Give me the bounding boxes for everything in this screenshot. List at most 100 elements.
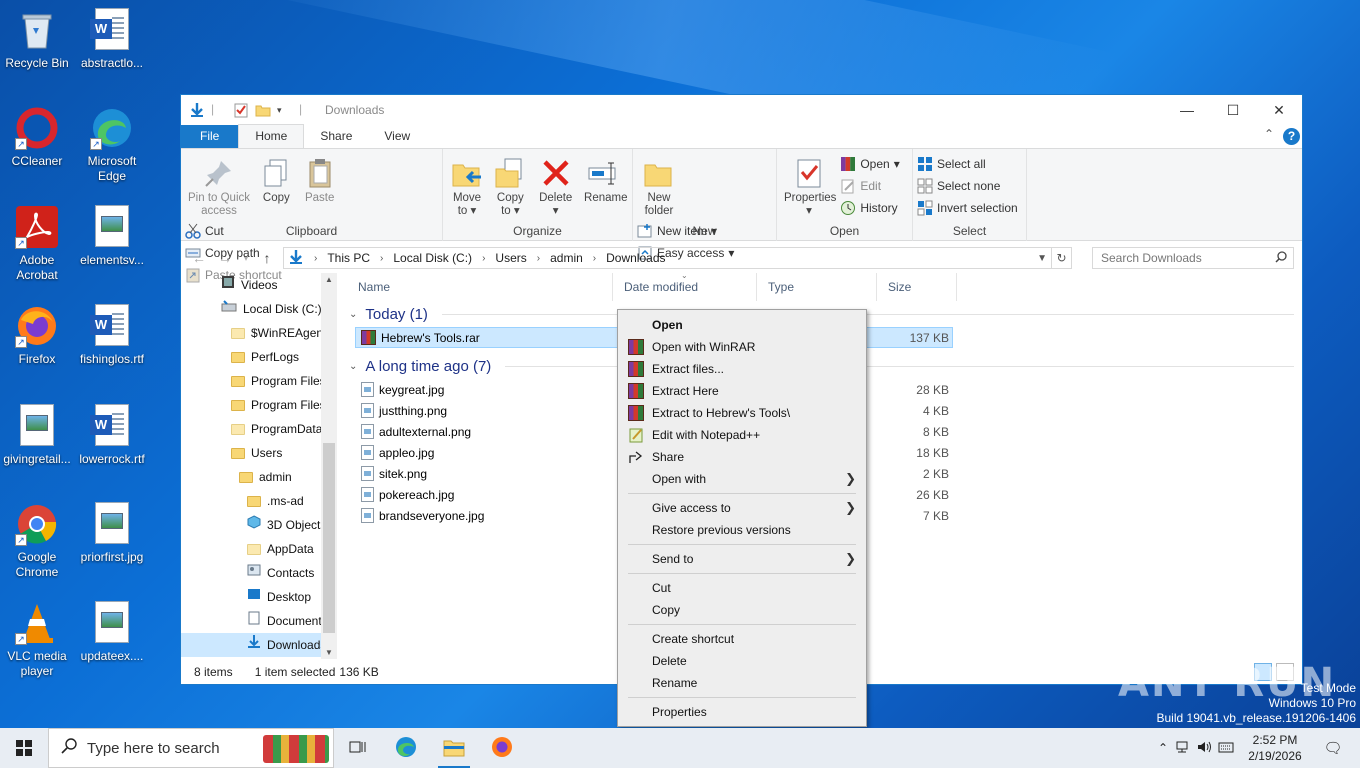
nav-item-programdata[interactable]: ProgramData: [181, 417, 337, 441]
maximize-button[interactable]: ☐: [1210, 95, 1256, 125]
breadcrumb-this-pc[interactable]: This PC: [327, 251, 370, 265]
invert-selection-button[interactable]: Invert selection: [917, 197, 1018, 219]
menu-item-edit-notepad[interactable]: Edit with Notepad++: [618, 424, 866, 446]
desktop-icon-priorfirst[interactable]: priorfirst.jpg: [75, 502, 149, 565]
desktop-icon-givingretail[interactable]: givingretail...: [0, 404, 74, 467]
nav-scrollbar[interactable]: ▲ ▼: [321, 273, 337, 659]
properties-check-icon[interactable]: [233, 102, 249, 118]
copy-to-button[interactable]: Copy to ▾: [490, 153, 530, 220]
nav-item-contacts[interactable]: Contacts: [181, 561, 337, 585]
nav-item-winreagent[interactable]: $WinREAgent: [181, 321, 337, 345]
select-none-button[interactable]: Select none: [917, 175, 1018, 197]
customize-dropdown-icon[interactable]: ▾: [277, 102, 293, 118]
new-folder-icon[interactable]: [255, 102, 271, 118]
breadcrumb-admin[interactable]: admin: [550, 251, 583, 265]
delete-button[interactable]: Delete ▾: [534, 153, 578, 220]
menu-item-extract-to[interactable]: Extract to Hebrew's Tools\: [618, 402, 866, 424]
menu-item-delete[interactable]: Delete: [618, 650, 866, 672]
copy-path-button[interactable]: Copy path: [185, 242, 282, 264]
paste-button[interactable]: Paste: [300, 153, 340, 207]
copy-button[interactable]: Copy: [256, 153, 296, 207]
menu-item-restore-versions[interactable]: Restore previous versions: [618, 519, 866, 541]
taskbar-file-explorer[interactable]: [430, 728, 478, 768]
menu-item-send-to[interactable]: Send to ❯: [618, 548, 866, 570]
desktop-icon-fishinglos[interactable]: W fishinglos.rtf: [75, 304, 149, 367]
task-view-button[interactable]: [334, 728, 382, 768]
desktop-icon-chrome[interactable]: ↗ Google Chrome: [0, 502, 74, 580]
nav-item-program-files-x86[interactable]: Program Files: [181, 393, 337, 417]
address-bar[interactable]: › This PC › Local Disk (C:) › Users › ad…: [283, 247, 1072, 269]
notifications-icon[interactable]: 🗨: [1316, 739, 1350, 757]
column-header-type[interactable]: Type: [757, 273, 877, 301]
menu-item-open-with[interactable]: Open with ❯: [618, 468, 866, 490]
taskbar-search-box[interactable]: Type here to search: [48, 728, 334, 768]
menu-item-extract-here[interactable]: Extract Here: [618, 380, 866, 402]
menu-item-share[interactable]: Share: [618, 446, 866, 468]
tab-view[interactable]: View: [368, 125, 426, 148]
nav-item-perflogs[interactable]: PerfLogs: [181, 345, 337, 369]
search-input[interactable]: Search Downloads: [1092, 247, 1294, 269]
tab-share[interactable]: Share: [304, 125, 368, 148]
menu-item-give-access[interactable]: Give access to ❯: [618, 497, 866, 519]
pin-quick-access-button[interactable]: Pin to Quick access: [185, 153, 253, 220]
desktop-icon-ccleaner[interactable]: ↗ CCleaner: [0, 106, 74, 169]
tab-file[interactable]: File: [181, 125, 239, 148]
nav-item-local-disk[interactable]: Local Disk (C:): [181, 297, 337, 321]
properties-button[interactable]: Properties ▾: [781, 153, 837, 220]
breadcrumb-local-disk[interactable]: Local Disk (C:): [393, 251, 472, 265]
refresh-icon[interactable]: ↻: [1051, 248, 1071, 268]
close-button[interactable]: ✕: [1256, 95, 1302, 125]
nav-item-3d-objects[interactable]: 3D Objects: [181, 513, 337, 537]
nav-item-ms-ad[interactable]: .ms-ad: [181, 489, 337, 513]
rename-button[interactable]: Rename: [581, 153, 628, 207]
desktop-icon-updateex[interactable]: updateex....: [75, 601, 149, 664]
desktop-icon-elementsv[interactable]: elementsv...: [75, 205, 149, 268]
nav-item-documents[interactable]: Documents: [181, 609, 337, 633]
minimize-button[interactable]: —: [1164, 95, 1210, 125]
keyboard-layout-icon[interactable]: [1218, 740, 1234, 757]
menu-item-extract-files[interactable]: Extract files...: [618, 358, 866, 380]
chevron-up-icon[interactable]: ⌃: [1158, 741, 1168, 755]
collapse-ribbon-icon[interactable]: ⌃: [1264, 127, 1274, 141]
volume-icon[interactable]: [1196, 740, 1212, 757]
desktop-icon-firefox[interactable]: ↗ Firefox: [0, 304, 74, 367]
taskbar-clock[interactable]: 2:52 PM 2/19/2026: [1240, 732, 1310, 764]
menu-item-open-winrar[interactable]: Open with WinRAR: [618, 336, 866, 358]
nav-item-appdata[interactable]: AppData: [181, 537, 337, 561]
tab-home[interactable]: Home: [238, 124, 305, 148]
desktop-icon-abstractlo[interactable]: W abstractlo...: [75, 8, 149, 71]
desktop-icon-edge[interactable]: ↗ Microsoft Edge: [75, 106, 149, 184]
network-icon[interactable]: [1174, 740, 1190, 757]
select-all-button[interactable]: Select all: [917, 153, 1018, 175]
address-dropdown-icon[interactable]: ▼: [1037, 253, 1047, 264]
help-icon[interactable]: ?: [1283, 128, 1300, 145]
menu-item-cut[interactable]: Cut: [618, 577, 866, 599]
breadcrumb-downloads[interactable]: Downloads: [606, 251, 665, 265]
nav-item-desktop[interactable]: Desktop: [181, 585, 337, 609]
nav-item-program-files[interactable]: Program Files: [181, 369, 337, 393]
scroll-thumb[interactable]: [323, 443, 335, 633]
breadcrumb-users[interactable]: Users: [495, 251, 526, 265]
menu-item-rename[interactable]: Rename: [618, 672, 866, 694]
nav-item-videos[interactable]: Videos: [181, 273, 337, 297]
desktop-icon-acrobat[interactable]: ↗ Adobe Acrobat: [0, 205, 74, 283]
menu-item-copy[interactable]: Copy: [618, 599, 866, 621]
nav-item-downloads[interactable]: Downloads: [181, 633, 337, 657]
taskbar-firefox[interactable]: [478, 728, 526, 768]
desktop-icon-lowerrock[interactable]: W lowerrock.rtf: [75, 404, 149, 467]
move-to-button[interactable]: Move to ▾: [447, 153, 487, 220]
history-button[interactable]: History: [840, 197, 899, 219]
menu-item-properties[interactable]: Properties: [618, 701, 866, 723]
scroll-down-icon[interactable]: ▼: [321, 648, 337, 657]
column-header-name[interactable]: Name: [347, 273, 613, 301]
menu-item-open[interactable]: Open: [618, 314, 866, 336]
new-folder-button[interactable]: New folder: [637, 153, 681, 220]
edit-button[interactable]: Edit: [840, 175, 899, 197]
taskbar-edge[interactable]: [382, 728, 430, 768]
column-header-size[interactable]: Size: [877, 273, 957, 301]
desktop-icon-recycle-bin[interactable]: Recycle Bin: [0, 8, 74, 71]
desktop-icon-vlc[interactable]: ↗ VLC media player: [0, 601, 74, 679]
nav-item-users[interactable]: Users: [181, 441, 337, 465]
scroll-up-icon[interactable]: ▲: [321, 275, 337, 284]
nav-item-admin[interactable]: admin: [181, 465, 337, 489]
